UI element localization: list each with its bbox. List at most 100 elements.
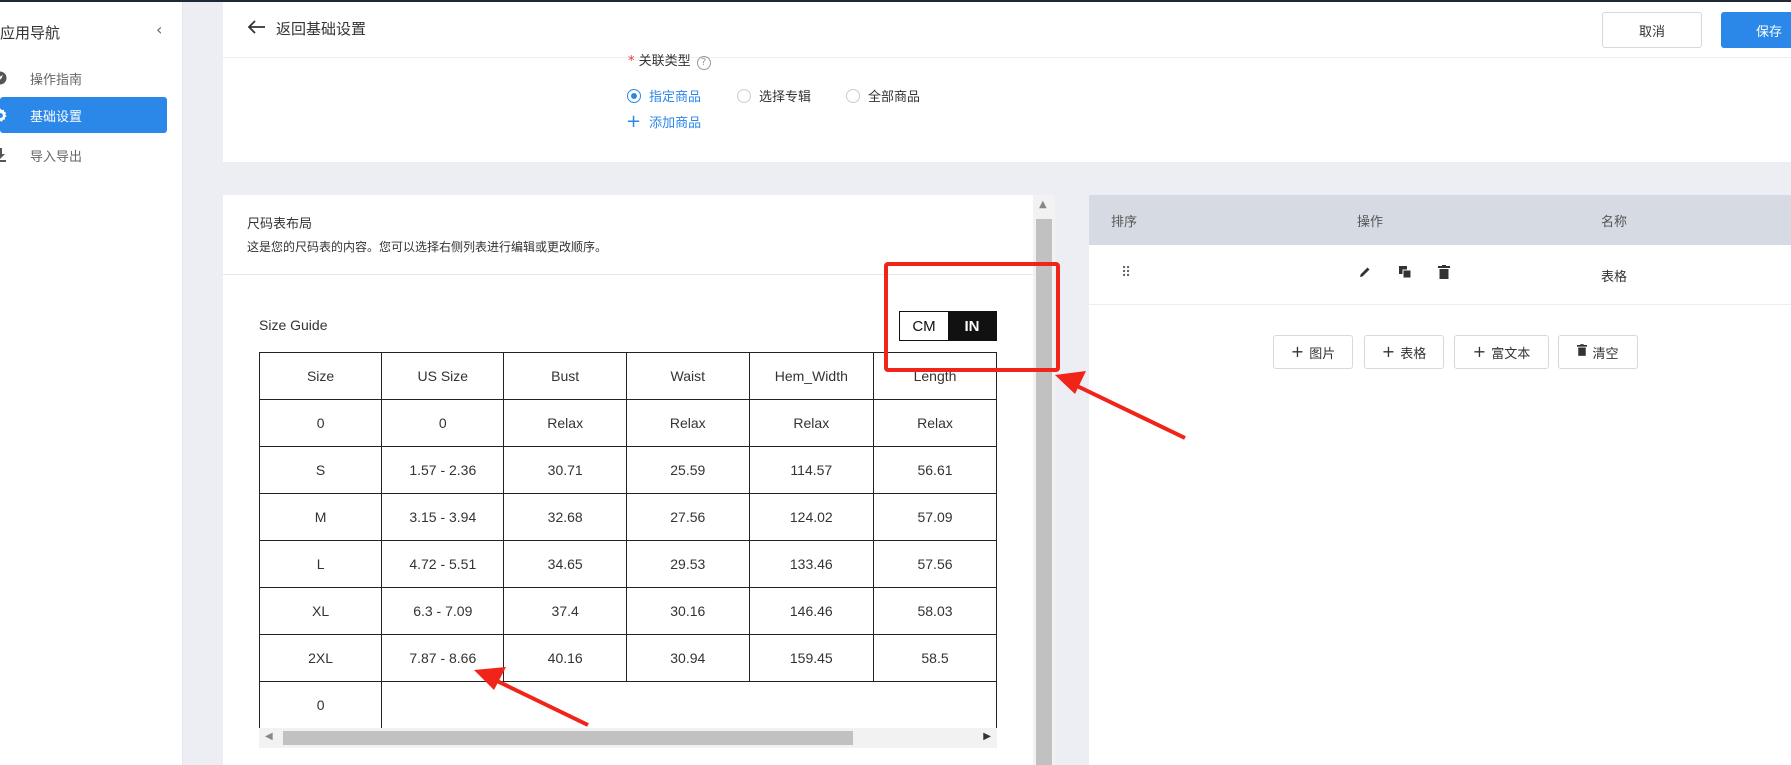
table-cell: 56.61 bbox=[873, 446, 997, 494]
table-cell: 58.03 bbox=[873, 587, 997, 635]
table-cell: 27.56 bbox=[625, 493, 750, 541]
gear-icon bbox=[0, 107, 14, 123]
table-cell: 57.09 bbox=[873, 493, 997, 541]
table-cell: 0 bbox=[259, 399, 383, 447]
add-image-button[interactable]: + 图片 bbox=[1273, 335, 1353, 369]
table-cell: 25.59 bbox=[625, 446, 750, 494]
table-cell: 30.16 bbox=[625, 587, 750, 635]
sidebar-item-import-export[interactable]: 导入导出 bbox=[0, 137, 167, 173]
back-link[interactable]: 返回基础设置 bbox=[247, 18, 367, 39]
pencil-icon[interactable] bbox=[1358, 265, 1372, 283]
table-cell: 57.56 bbox=[873, 540, 997, 588]
list-item-name: 表格 bbox=[1601, 270, 1628, 285]
scrollbar-thumb[interactable] bbox=[283, 731, 853, 745]
table-row: 2XL 7.87 - 8.66 40.16 30.94 159.45 58.5 bbox=[259, 634, 997, 682]
table-row: 0 0 Relax Relax Relax Relax bbox=[259, 399, 997, 447]
table-cell: 32.68 bbox=[503, 493, 627, 541]
annotation-highlight-box bbox=[884, 262, 1060, 372]
required-asterisk: * bbox=[628, 54, 639, 69]
table-cell: 34.65 bbox=[503, 540, 627, 588]
table-cell: 3.15 - 3.94 bbox=[381, 493, 505, 541]
clear-button[interactable]: 清空 bbox=[1558, 335, 1638, 369]
name-header: 名称 bbox=[1601, 215, 1628, 230]
table-cell: 4.72 - 5.51 bbox=[381, 540, 505, 588]
header-cell: Size bbox=[259, 352, 383, 400]
app-nav-sidebar: 应用导航 ‹ 操作指南 基础设置 导入导出 bbox=[0, 2, 183, 765]
sidebar-item-label: 基础设置 bbox=[30, 109, 83, 125]
table-cell: Relax bbox=[503, 399, 627, 447]
add-product-link[interactable]: + 添加商品 bbox=[626, 112, 701, 131]
table-cell: S bbox=[259, 446, 383, 494]
plus-icon: + bbox=[1290, 342, 1305, 361]
table-cell: 6.3 - 7.09 bbox=[381, 587, 505, 635]
radio-select-collection[interactable]: 选择专辑 bbox=[737, 86, 811, 105]
table-cell: 159.45 bbox=[748, 634, 875, 682]
trash-icon[interactable] bbox=[1438, 265, 1450, 283]
scroll-up-arrow-icon[interactable]: ▲ bbox=[1039, 199, 1047, 210]
table-cell: 30.94 bbox=[625, 634, 750, 682]
arrow-left-icon bbox=[247, 19, 266, 38]
size-guide-title: Size Guide bbox=[259, 317, 328, 333]
list-item[interactable]: ⠿ 表格 bbox=[1089, 245, 1791, 305]
sidebar-item-basic-settings[interactable]: 基础设置 bbox=[0, 97, 167, 133]
association-type-label: * 关联类型? bbox=[628, 50, 711, 70]
table-cell: 2XL bbox=[259, 634, 383, 682]
table-cell: 30.71 bbox=[503, 446, 627, 494]
drag-handle-icon[interactable]: ⠿ bbox=[1121, 265, 1131, 281]
header-cell: Hem_Width bbox=[748, 352, 875, 400]
table-cell: L bbox=[259, 540, 383, 588]
table-cell: Relax bbox=[748, 399, 875, 447]
sidebar-item-guide[interactable]: 操作指南 bbox=[0, 60, 167, 96]
sidebar-title: 应用导航 bbox=[0, 24, 61, 42]
collapse-chevron-icon[interactable]: ‹ bbox=[156, 20, 162, 39]
table-cell: Relax bbox=[625, 399, 750, 447]
radio-dot[interactable] bbox=[846, 88, 860, 103]
table-row: 0 bbox=[259, 681, 997, 728]
add-rich-text-button[interactable]: + 富文本 bbox=[1454, 335, 1549, 369]
scroll-left-arrow-icon[interactable]: ◀ bbox=[265, 731, 273, 742]
scroll-right-arrow-icon[interactable]: ▶ bbox=[983, 731, 991, 742]
radio-all-products[interactable]: 全部商品 bbox=[846, 86, 920, 105]
table-cell: 124.02 bbox=[748, 493, 875, 541]
back-label: 返回基础设置 bbox=[276, 20, 367, 38]
table-cell: XL bbox=[259, 587, 383, 635]
table-cell: Relax bbox=[873, 399, 997, 447]
table-row: L 4.72 - 5.51 34.65 29.53 133.46 57.56 bbox=[259, 540, 997, 588]
cancel-button[interactable]: 取消 bbox=[1602, 12, 1702, 48]
size-table: Size US Size Bust Waist Hem_Width Length… bbox=[259, 352, 997, 728]
save-button[interactable]: 保存 bbox=[1721, 12, 1791, 48]
table-cell: 1.57 - 2.36 bbox=[381, 446, 505, 494]
sidebar-item-label: 导入导出 bbox=[30, 149, 83, 165]
association-card bbox=[223, 58, 1791, 162]
section-list-panel: 排序 操作 名称 ⠿ 表格 + 图片 + 表格 + 富文本 清空 bbox=[1089, 195, 1791, 765]
preview-description: 这是您的尺码表的内容。您可以选择右侧列表进行编辑或更改顺序。 bbox=[247, 240, 608, 254]
table-cell: 37.4 bbox=[503, 587, 627, 635]
copy-icon[interactable] bbox=[1398, 265, 1412, 283]
add-table-button[interactable]: + 表格 bbox=[1364, 335, 1444, 369]
table-row: S 1.57 - 2.36 30.71 25.59 114.57 56.61 bbox=[259, 446, 997, 494]
size-table-viewport: Size US Size Bust Waist Hem_Width Length… bbox=[259, 352, 997, 728]
table-cell: 0 bbox=[381, 399, 505, 447]
table-cell: 0 bbox=[259, 681, 383, 728]
table-row: M 3.15 - 3.94 32.68 27.56 124.02 57.09 bbox=[259, 493, 997, 541]
horizontal-scrollbar[interactable]: ◀ ▶ bbox=[259, 728, 997, 748]
plus-icon: + bbox=[626, 110, 642, 132]
trash-icon bbox=[1577, 344, 1588, 360]
table-cell: 29.53 bbox=[625, 540, 750, 588]
header-cell: US Size bbox=[381, 352, 505, 400]
radio-dot[interactable] bbox=[737, 88, 751, 103]
table-row: XL 6.3 - 7.09 37.4 30.16 146.46 58.03 bbox=[259, 587, 997, 635]
table-cell: 7.87 - 8.66 bbox=[381, 634, 505, 682]
plus-icon: + bbox=[1472, 342, 1487, 361]
radio-dot[interactable] bbox=[627, 88, 641, 103]
table-cell: 114.57 bbox=[748, 446, 875, 494]
help-icon[interactable]: ? bbox=[696, 56, 711, 70]
plus-icon: + bbox=[1381, 342, 1396, 361]
table-cell: 58.5 bbox=[873, 634, 997, 682]
order-header: 排序 bbox=[1111, 215, 1138, 230]
preview-title: 尺码表布局 bbox=[247, 217, 313, 232]
table-cell-merged bbox=[381, 681, 997, 728]
list-header: 排序 操作 名称 bbox=[1089, 195, 1791, 245]
radio-specified-products[interactable]: 指定商品 bbox=[627, 86, 701, 105]
table-cell: 133.46 bbox=[748, 540, 875, 588]
